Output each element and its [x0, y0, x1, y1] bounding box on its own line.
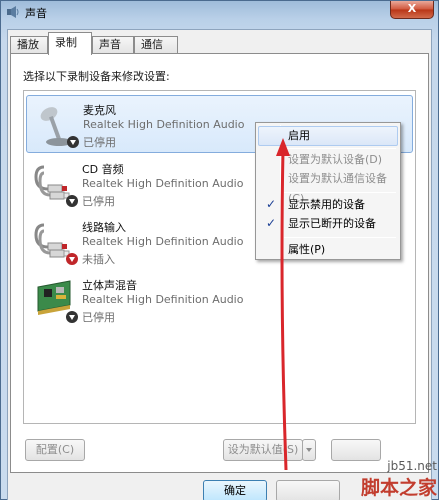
chevron-down-icon	[306, 448, 312, 452]
device-driver: Realtek High Definition Audio	[82, 177, 244, 190]
dialog-client: 播放 录制 声音 通信 选择以下录制设备来修改设置: 麦克风 Realtek H…	[7, 29, 432, 500]
rca-cable-icon	[34, 223, 78, 265]
title-bar[interactable]: 声音 X	[1, 1, 438, 23]
menu-item-set-default-comm-device[interactable]: 设置为默认通信设备(C)	[258, 169, 398, 205]
tab-recording[interactable]: 录制	[48, 32, 92, 55]
properties-button[interactable]	[331, 439, 381, 461]
microphone-icon	[40, 107, 79, 148]
menu-item-set-default-device[interactable]: 设置为默认设备(D)	[258, 150, 398, 170]
configure-button[interactable]: 配置(C)	[25, 439, 85, 461]
tab-playback[interactable]: 播放	[10, 36, 48, 54]
speaker-icon	[7, 6, 19, 18]
watermark-url: jb51.net	[387, 459, 437, 473]
rca-cable-icon	[34, 165, 78, 207]
close-button[interactable]: X	[390, 1, 434, 19]
window-title: 声音	[25, 7, 47, 20]
watermark-logo: 脚本之家	[360, 477, 437, 499]
device-status: 已停用	[82, 311, 115, 324]
menu-item-label: 显示已断开的设备	[288, 217, 376, 230]
cancel-button[interactable]	[276, 480, 340, 500]
instruction-text: 选择以下录制设备来修改设置:	[23, 70, 170, 83]
device-name: 麦克风	[83, 104, 116, 117]
recording-tab-page: 选择以下录制设备来修改设置: 麦克风 Realtek High Definiti…	[10, 53, 429, 473]
device-status: 已停用	[83, 136, 116, 149]
menu-separator	[284, 237, 396, 238]
set-default-dropdown[interactable]	[302, 439, 316, 461]
menu-separator	[284, 148, 396, 149]
check-mark-icon: ✓	[265, 197, 277, 211]
menu-item-label: 显示禁用的设备	[288, 198, 365, 211]
menu-separator	[284, 192, 396, 193]
device-name: 立体声混音	[82, 279, 137, 292]
device-driver: Realtek High Definition Audio	[82, 235, 244, 248]
ok-button[interactable]: 确定	[203, 480, 267, 500]
menu-item-enable[interactable]: 启用	[258, 126, 398, 146]
menu-item-properties[interactable]: 属性(P)	[258, 240, 398, 260]
menu-item-show-disconnected[interactable]: ✓ 显示已断开的设备	[258, 214, 398, 234]
check-mark-icon: ✓	[265, 216, 277, 230]
device-status: 未插入	[82, 253, 115, 266]
device-driver: Realtek High Definition Audio	[83, 118, 245, 131]
device-name: CD 音频	[82, 163, 124, 176]
tab-sounds[interactable]: 声音	[92, 36, 134, 54]
menu-item-show-disabled[interactable]: ✓ 显示禁用的设备	[258, 195, 398, 215]
watermark: jb51.net 脚本之家	[361, 459, 437, 500]
device-status: 已停用	[82, 195, 115, 208]
device-item-stereo-mix[interactable]: 立体声混音 Realtek High Definition Audio 已停用	[26, 271, 413, 329]
context-menu: 启用 设置为默认设备(D) 设置为默认通信设备(C) ✓ 显示禁用的设备 ✓ 显…	[255, 122, 401, 260]
sound-card-icon	[37, 280, 78, 323]
tab-communications[interactable]: 通信	[134, 36, 178, 54]
device-driver: Realtek High Definition Audio	[82, 293, 244, 306]
set-default-button[interactable]: 设为默认值(S)	[223, 439, 303, 461]
device-name: 线路输入	[82, 221, 126, 234]
